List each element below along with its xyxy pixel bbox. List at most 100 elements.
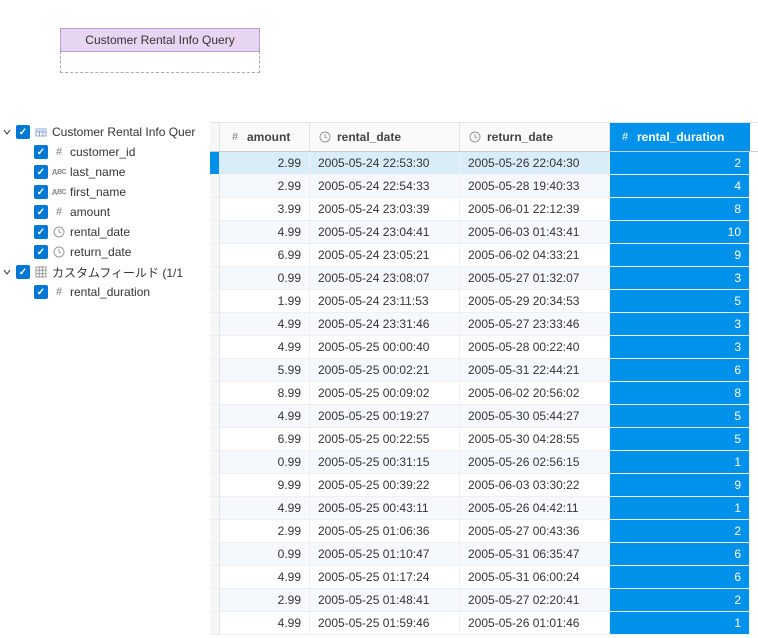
cell-return-date[interactable]: 2005-05-30 04:28:55: [460, 428, 610, 451]
cell-rental-duration[interactable]: 6: [610, 359, 750, 382]
cell-amount[interactable]: 0.99: [220, 543, 310, 566]
table-row[interactable]: 2.992005-05-24 22:53:302005-05-26 22:04:…: [210, 152, 758, 175]
query-node-body[interactable]: [60, 51, 260, 73]
tree-field-row[interactable]: ✓return_date: [0, 242, 206, 262]
query-node[interactable]: Customer Rental Info Query: [60, 28, 260, 73]
table-row[interactable]: 1.992005-05-24 23:11:532005-05-29 20:34:…: [210, 290, 758, 313]
checkbox-field[interactable]: ✓: [34, 165, 48, 179]
cell-amount[interactable]: 4.99: [220, 313, 310, 336]
cell-amount[interactable]: 6.99: [220, 244, 310, 267]
chevron-down-icon[interactable]: [2, 127, 12, 137]
cell-rental-date[interactable]: 2005-05-25 01:17:24: [310, 566, 460, 589]
cell-rental-duration[interactable]: 6: [610, 566, 750, 589]
tree-field-row[interactable]: ✓rental_date: [0, 222, 206, 242]
cell-return-date[interactable]: 2005-06-03 03:30:22: [460, 474, 610, 497]
cell-rental-duration[interactable]: 5: [610, 290, 750, 313]
cell-amount[interactable]: 0.99: [220, 451, 310, 474]
cell-rental-date[interactable]: 2005-05-24 23:11:53: [310, 290, 460, 313]
cell-return-date[interactable]: 2005-05-27 02:20:41: [460, 589, 610, 612]
cell-rental-duration[interactable]: 2: [610, 589, 750, 612]
row-gutter[interactable]: [210, 497, 220, 520]
cell-rental-date[interactable]: 2005-05-25 00:39:22: [310, 474, 460, 497]
column-header-rental-date[interactable]: rental_date: [310, 123, 460, 151]
cell-return-date[interactable]: 2005-05-27 23:33:46: [460, 313, 610, 336]
cell-return-date[interactable]: 2005-05-28 19:40:33: [460, 175, 610, 198]
row-gutter[interactable]: [210, 290, 220, 313]
row-gutter[interactable]: [210, 221, 220, 244]
row-gutter[interactable]: [210, 543, 220, 566]
cell-amount[interactable]: 4.99: [220, 405, 310, 428]
cell-rental-duration[interactable]: 5: [610, 405, 750, 428]
cell-amount[interactable]: 2.99: [220, 152, 310, 175]
checkbox-field[interactable]: ✓: [34, 185, 48, 199]
cell-return-date[interactable]: 2005-05-26 02:56:15: [460, 451, 610, 474]
cell-return-date[interactable]: 2005-05-28 00:22:40: [460, 336, 610, 359]
row-gutter[interactable]: [210, 612, 220, 635]
cell-return-date[interactable]: 2005-05-31 06:35:47: [460, 543, 610, 566]
row-gutter[interactable]: [210, 474, 220, 497]
checkbox-field[interactable]: ✓: [34, 225, 48, 239]
cell-rental-date[interactable]: 2005-05-25 00:22:55: [310, 428, 460, 451]
cell-amount[interactable]: 1.99: [220, 290, 310, 313]
cell-amount[interactable]: 4.99: [220, 336, 310, 359]
table-row[interactable]: 0.992005-05-24 23:08:072005-05-27 01:32:…: [210, 267, 758, 290]
cell-amount[interactable]: 4.99: [220, 612, 310, 635]
cell-rental-date[interactable]: 2005-05-25 00:02:21: [310, 359, 460, 382]
cell-rental-duration[interactable]: 3: [610, 313, 750, 336]
cell-rental-duration[interactable]: 1: [610, 612, 750, 635]
cell-rental-date[interactable]: 2005-05-24 22:53:30: [310, 152, 460, 175]
table-row[interactable]: 4.992005-05-24 23:31:462005-05-27 23:33:…: [210, 313, 758, 336]
cell-amount[interactable]: 4.99: [220, 566, 310, 589]
cell-rental-duration[interactable]: 9: [610, 244, 750, 267]
row-gutter[interactable]: [210, 359, 220, 382]
row-gutter[interactable]: [210, 382, 220, 405]
cell-amount[interactable]: 4.99: [220, 497, 310, 520]
cell-rental-date[interactable]: 2005-05-24 23:08:07: [310, 267, 460, 290]
row-gutter[interactable]: [210, 451, 220, 474]
cell-rental-date[interactable]: 2005-05-24 23:31:46: [310, 313, 460, 336]
cell-amount[interactable]: 8.99: [220, 382, 310, 405]
cell-amount[interactable]: 6.99: [220, 428, 310, 451]
cell-amount[interactable]: 2.99: [220, 175, 310, 198]
cell-amount[interactable]: 9.99: [220, 474, 310, 497]
cell-rental-date[interactable]: 2005-05-25 00:19:27: [310, 405, 460, 428]
cell-rental-date[interactable]: 2005-05-25 01:06:36: [310, 520, 460, 543]
row-gutter[interactable]: [210, 589, 220, 612]
cell-rental-duration[interactable]: 9: [610, 474, 750, 497]
cell-return-date[interactable]: 2005-06-02 04:33:21: [460, 244, 610, 267]
table-row[interactable]: 2.992005-05-24 22:54:332005-05-28 19:40:…: [210, 175, 758, 198]
table-row[interactable]: 8.992005-05-25 00:09:022005-06-02 20:56:…: [210, 382, 758, 405]
cell-return-date[interactable]: 2005-05-27 01:32:07: [460, 267, 610, 290]
cell-return-date[interactable]: 2005-05-29 20:34:53: [460, 290, 610, 313]
cell-rental-date[interactable]: 2005-05-25 01:10:47: [310, 543, 460, 566]
cell-rental-date[interactable]: 2005-05-24 23:04:41: [310, 221, 460, 244]
cell-amount[interactable]: 3.99: [220, 198, 310, 221]
row-gutter[interactable]: [210, 244, 220, 267]
cell-rental-duration[interactable]: 10: [610, 221, 750, 244]
cell-rental-duration[interactable]: 4: [610, 175, 750, 198]
cell-rental-date[interactable]: 2005-05-24 23:03:39: [310, 198, 460, 221]
table-row[interactable]: 3.992005-05-24 23:03:392005-06-01 22:12:…: [210, 198, 758, 221]
tree-custom-field-row[interactable]: ✓#rental_duration: [0, 282, 206, 302]
table-row[interactable]: 2.992005-05-25 01:06:362005-05-27 00:43:…: [210, 520, 758, 543]
cell-rental-duration[interactable]: 6: [610, 543, 750, 566]
cell-return-date[interactable]: 2005-05-31 06:00:24: [460, 566, 610, 589]
row-gutter[interactable]: [210, 520, 220, 543]
row-gutter[interactable]: [210, 267, 220, 290]
cell-rental-duration[interactable]: 2: [610, 152, 750, 175]
table-row[interactable]: 6.992005-05-25 00:22:552005-05-30 04:28:…: [210, 428, 758, 451]
checkbox-field[interactable]: ✓: [34, 145, 48, 159]
cell-return-date[interactable]: 2005-06-02 20:56:02: [460, 382, 610, 405]
checkbox-field[interactable]: ✓: [34, 205, 48, 219]
tree-root-row[interactable]: ✓ Customer Rental Info Quer: [0, 122, 206, 142]
cell-return-date[interactable]: 2005-05-31 22:44:21: [460, 359, 610, 382]
checkbox-root[interactable]: ✓: [16, 125, 30, 139]
cell-rental-date[interactable]: 2005-05-25 01:59:46: [310, 612, 460, 635]
column-header-amount[interactable]: # amount: [220, 123, 310, 151]
cell-amount[interactable]: 0.99: [220, 267, 310, 290]
cell-amount[interactable]: 2.99: [220, 520, 310, 543]
table-row[interactable]: 2.992005-05-25 01:48:412005-05-27 02:20:…: [210, 589, 758, 612]
row-gutter[interactable]: [210, 428, 220, 451]
cell-amount[interactable]: 4.99: [220, 221, 310, 244]
cell-return-date[interactable]: 2005-05-30 05:44:27: [460, 405, 610, 428]
